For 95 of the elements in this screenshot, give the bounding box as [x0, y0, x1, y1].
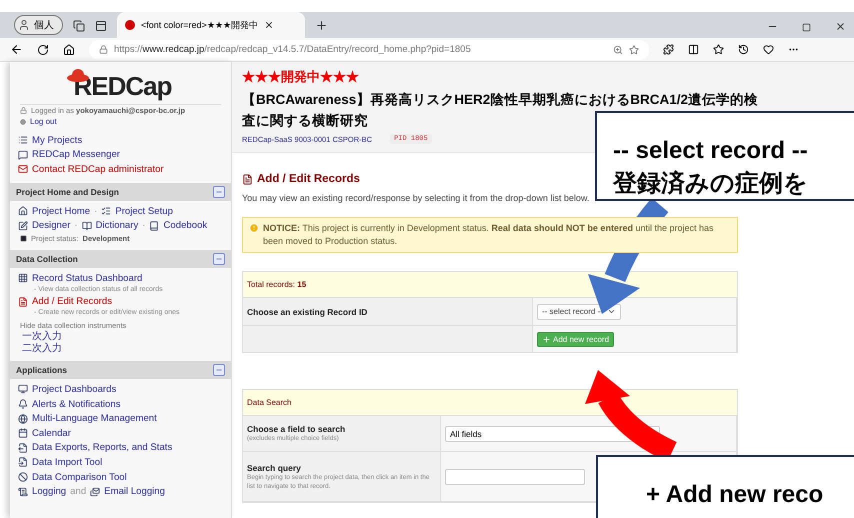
bullet-icon [20, 118, 26, 124]
plus-icon [542, 334, 551, 344]
log-icon [18, 486, 28, 497]
extensions-icon[interactable] [663, 44, 674, 55]
development-label: ★★★開発中★★★ [242, 68, 359, 86]
chevron-down-icon [606, 307, 616, 316]
logout-link[interactable]: Log out [30, 117, 57, 126]
notice-text: NOTICE: This project is currently in Development status. Real data should NOT be entered until the project has been moved to Production status. [263, 222, 715, 248]
address-bar[interactable]: https://www.redcap.jp/redcap/redcap_v14.5.7/DataEntry/record_home.php?pid=1805 [89, 40, 649, 60]
close-icon[interactable] [264, 20, 274, 30]
separator-text: · [142, 220, 146, 232]
nav-link[interactable]: Project Setup [115, 206, 173, 217]
edit-icon [18, 220, 28, 231]
chat-icon [18, 150, 28, 160]
nav-link[interactable]: Data Comparison Tool [32, 472, 127, 483]
profile-button[interactable]: 個人 [14, 15, 63, 35]
browser-tab[interactable]: <font color=red>★★★開発中 [117, 12, 305, 38]
joiner-text: and [70, 486, 86, 498]
home-icon[interactable] [63, 44, 75, 56]
nav-link[interactable]: Project Dashboards [32, 384, 116, 395]
nav-link[interactable]: Email Logging [104, 486, 165, 498]
nav-link[interactable]: Alerts & Notifications [32, 398, 121, 410]
nav-link[interactable]: Designer [32, 220, 70, 232]
document-icon [242, 174, 253, 184]
maximize-icon[interactable] [802, 23, 811, 32]
alert-icon [249, 223, 259, 233]
instrument-link[interactable]: 二次入力 [10, 343, 74, 356]
separator-text: · [94, 206, 98, 217]
field-label: Search query [247, 462, 301, 472]
project-title: 【BRCAwareness】再発高リスクHER2陰性早期乳癌におけるBRCA1/2遺伝学的検査に関する横断研究 [242, 91, 760, 130]
nav-link[interactable]: REDCap Messenger [32, 149, 120, 160]
health-icon[interactable] [763, 44, 774, 55]
app-icon [125, 20, 135, 30]
export-icon [18, 442, 28, 453]
bell-icon [18, 399, 28, 410]
tabs-icon[interactable] [73, 20, 85, 32]
avatar-icon [18, 19, 30, 31]
mail-icon [18, 164, 28, 174]
checklist-icon [101, 206, 112, 216]
star-icon[interactable] [629, 44, 639, 54]
field-label: Choose an existing Record ID [247, 306, 368, 316]
nav-link[interactable]: Dictionary [96, 220, 138, 232]
collapse-button[interactable] [213, 364, 225, 376]
nav-link[interactable]: Data Exports, Reports, and Stats [32, 442, 172, 454]
status-icon [20, 234, 27, 242]
nav-link[interactable]: My Projects [32, 134, 82, 146]
not-equal-icon [18, 472, 28, 482]
favorites-icon[interactable] [713, 44, 724, 55]
monitor-icon [18, 384, 28, 394]
zoom-icon[interactable] [613, 44, 623, 54]
callout-text: + Add new reco [646, 480, 824, 510]
globe-icon [18, 414, 28, 424]
home-icon [18, 206, 28, 216]
field-label: Choose a field to search [247, 424, 346, 434]
nav-link[interactable]: Contact REDCap administrator [32, 164, 164, 175]
nav-link[interactable]: Codebook [163, 220, 208, 232]
window-icon[interactable] [95, 20, 107, 32]
split-screen-icon[interactable] [688, 44, 699, 55]
callout-text: -- select record -- [613, 136, 809, 166]
back-icon[interactable] [10, 43, 23, 56]
section-header: Data Collection [10, 250, 231, 268]
separator-text: · [74, 220, 78, 232]
import-icon [18, 457, 28, 468]
book-icon [82, 220, 92, 231]
nav-link[interactable]: Project Home [32, 206, 90, 217]
nav-link[interactable]: Add / Edit Records [32, 296, 112, 308]
panel-title: Data Search [243, 390, 737, 416]
nav-link[interactable]: Multi-Language Management [32, 413, 157, 424]
collapse-button[interactable] [213, 186, 225, 198]
section-header: Applications [10, 361, 231, 380]
total-records: Total records: 15 [243, 272, 737, 298]
page-heading: Add / Edit Records [257, 173, 360, 185]
nav-link[interactable]: Logging [32, 486, 66, 498]
callout-text: 登録済みの症例を [613, 169, 809, 199]
nav-link[interactable]: Data Import Tool [32, 456, 102, 468]
section-header: Project Home and Design [10, 182, 231, 201]
reload-icon[interactable] [37, 44, 49, 56]
lock-icon [20, 107, 27, 114]
nav-link[interactable]: Record Status Dashboard [32, 272, 142, 284]
book-icon [149, 220, 160, 231]
collapse-button[interactable] [213, 252, 225, 265]
nav-link[interactable]: Calendar [32, 428, 71, 439]
lock-icon [99, 45, 108, 54]
tab-title: <font color=red>★★★開発中 [141, 18, 258, 32]
intro-text: You may view an existing record/response by selecting it from the drop-down list below. [242, 192, 590, 205]
grid-icon [18, 273, 28, 284]
mail-icon [90, 486, 100, 497]
document-icon [18, 296, 28, 307]
close-icon[interactable] [835, 21, 846, 32]
calendar-icon [18, 428, 28, 438]
search-field[interactable] [445, 468, 585, 484]
history-icon[interactable] [738, 44, 749, 55]
new-tab-icon[interactable] [315, 19, 328, 32]
instrument-link[interactable]: 一次入力 [10, 331, 74, 344]
list-icon [18, 135, 28, 146]
